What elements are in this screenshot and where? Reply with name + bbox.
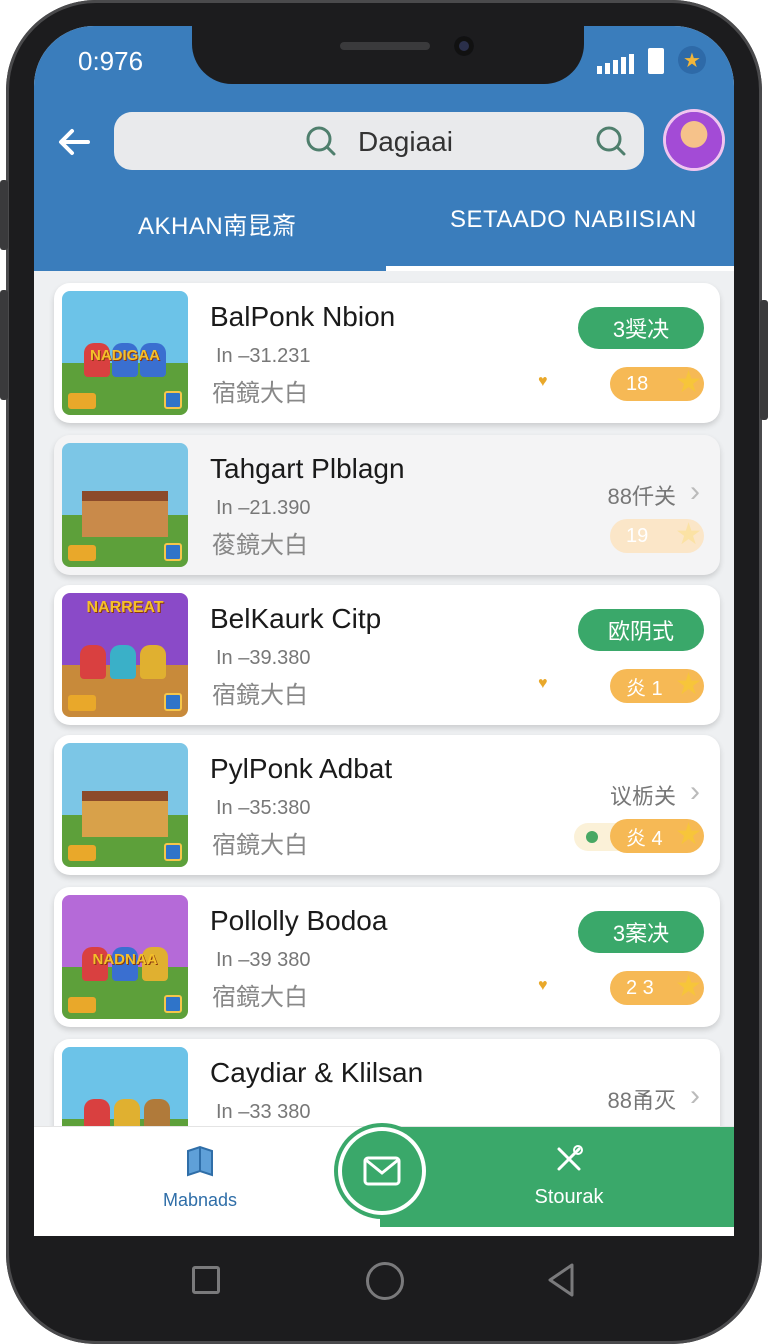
list-item[interactable]: NADIGAA BalPonk Nbion In –31.231 宿鏡大白 ♥ … [54, 283, 720, 423]
back-triangle-icon[interactable] [546, 1262, 576, 1298]
mail-button[interactable] [338, 1127, 426, 1215]
list-item[interactable]: PylPonk Adbat In –35:380 宿鏡大白 议栃关 › 炎 4 … [54, 735, 720, 875]
tools-icon [557, 1145, 583, 1171]
search-value: Dagiaai [358, 126, 453, 157]
item-subtitle: In –39 380 [216, 949, 311, 971]
item-caption: 宿鏡大白 [212, 682, 308, 709]
game-thumbnail: NARREAT [62, 593, 188, 717]
heart-icon[interactable]: ♥ [538, 977, 548, 995]
item-subtitle: In –35:380 [216, 797, 311, 819]
rating-badge: 18 ★ [610, 367, 704, 401]
rating-badge: 19 ★ [610, 519, 704, 553]
chevron-right-icon[interactable]: › [690, 1079, 700, 1113]
item-title: Tahgart Plblagn [210, 453, 405, 484]
tab-first[interactable]: AKHAN南昆斎 [138, 206, 297, 241]
item-title: Caydiar & Klilsan [210, 1057, 424, 1088]
game-thumbnail [62, 1047, 188, 1126]
thumbnail-title: NADIGAA [90, 347, 160, 364]
signal-icon [597, 52, 634, 74]
bottom-nav: Mabnads Stourak [34, 1126, 734, 1227]
action-link[interactable]: 议栃关 [610, 779, 676, 811]
list-item[interactable]: NADNAA Pollolly Bodoa In –39 380 宿鏡大白 ♥ … [54, 887, 720, 1027]
arrow-left-icon[interactable] [54, 122, 94, 162]
status-icons: ★ [597, 46, 706, 74]
rating-value: 2 3 [626, 976, 654, 999]
heart-icon[interactable]: ♥ [538, 675, 548, 693]
camera-icon [454, 36, 474, 56]
game-thumbnail: NADNAA [62, 895, 188, 1019]
status-time: 0:976 [78, 46, 144, 76]
action-link[interactable]: 88仟关 [608, 479, 676, 511]
item-subtitle: In –33 380 [216, 1101, 311, 1123]
rating-value: 19 [626, 524, 649, 547]
game-thumbnail [62, 443, 188, 567]
rating-badge: 炎 4 ★ [610, 819, 704, 853]
search-icon [306, 126, 336, 156]
results-list: NADIGAA BalPonk Nbion In –31.231 宿鏡大白 ♥ … [34, 271, 734, 1126]
action-button[interactable]: 欧阴式 [578, 609, 704, 651]
item-subtitle: In –39.380 [216, 647, 311, 669]
speaker [340, 42, 430, 50]
list-item[interactable]: NARREAT BelKaurk Citp In –39.380 宿鏡大白 ♥ … [54, 585, 720, 725]
system-nav-bar [34, 1236, 734, 1344]
nav-label-left: Mabnads [162, 1190, 238, 1210]
search-input[interactable]: Dagiaai [114, 112, 644, 170]
item-caption: 葰鏡大白 [212, 532, 308, 559]
search-icon[interactable] [594, 124, 628, 158]
rating-badge: 2 3 ★ [610, 971, 704, 1005]
star-icon: ★ [675, 518, 702, 551]
mail-icon [363, 1156, 401, 1186]
nav-label-right: Stourak [534, 1186, 604, 1208]
recents-button[interactable] [192, 1266, 220, 1294]
avatar[interactable] [666, 112, 722, 168]
item-title: BalPonk Nbion [210, 301, 396, 332]
list-item[interactable]: Tahgart Plblagn In –21.390 葰鏡大白 88仟关 › 1… [54, 435, 720, 575]
home-button[interactable] [366, 1262, 404, 1300]
item-title: Pollolly Bodoa [210, 905, 388, 936]
item-caption: 宿鏡大白 [212, 984, 308, 1011]
item-caption: 宿鏡大白 [212, 832, 308, 859]
battery-icon [648, 48, 664, 74]
list-item[interactable]: Caydiar & Klilsan In –33 380 88甬灭 › [54, 1039, 720, 1126]
notch [192, 26, 584, 84]
chevron-right-icon[interactable]: › [690, 475, 700, 509]
chevron-right-icon[interactable]: › [690, 775, 700, 809]
thumbnail-title: NARREAT [86, 599, 164, 616]
app-header: 0:976 ★ Dagiaai AKHAN南昆斎 SETAADO NABIISI… [34, 26, 734, 271]
thumbnail-title: NADNAA [92, 951, 158, 968]
rating-value: 炎 1 [626, 677, 663, 700]
star-icon: ★ [675, 818, 702, 851]
star-icon: ★ [675, 970, 702, 1003]
nav-item-left[interactable]: Mabnads [160, 1143, 240, 1211]
star-badge-icon: ★ [678, 46, 706, 74]
item-caption: 宿鏡大白 [212, 380, 308, 407]
app-screen: 0:976 ★ Dagiaai AKHAN南昆斎 SETAADO NABIISI… [34, 26, 734, 1236]
book-icon [187, 1145, 213, 1177]
heart-icon[interactable]: ♥ [538, 373, 548, 391]
action-button[interactable]: 3奨决 [578, 307, 704, 349]
star-icon: ★ [675, 366, 702, 399]
star-icon: ★ [675, 668, 702, 701]
nav-item-right[interactable]: Stourak [514, 1143, 624, 1209]
rating-value: 18 [626, 372, 649, 395]
action-button[interactable]: 3案决 [578, 911, 704, 953]
rating-value: 炎 4 [626, 827, 663, 850]
tab-second[interactable]: SETAADO NABIISIAN [450, 206, 697, 234]
power-button [760, 300, 768, 420]
side-button [0, 180, 8, 250]
item-subtitle: In –21.390 [216, 497, 311, 519]
game-thumbnail [62, 743, 188, 867]
game-thumbnail: NADIGAA [62, 291, 188, 415]
item-title: BelKaurk Citp [210, 603, 382, 634]
action-link[interactable]: 88甬灭 [608, 1083, 676, 1115]
item-subtitle: In –31.231 [216, 345, 311, 367]
item-title: PylPonk Adbat [210, 753, 393, 784]
side-button [0, 290, 8, 400]
rating-badge: 炎 1 ★ [610, 669, 704, 703]
